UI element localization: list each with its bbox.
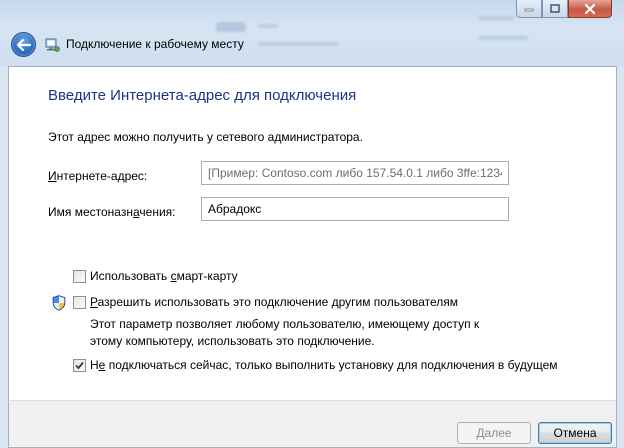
cancel-button[interactable]: Отмена xyxy=(538,422,612,444)
arrow-left-icon xyxy=(16,38,31,51)
destination-input[interactable] xyxy=(201,197,509,221)
background-blur xyxy=(478,16,514,20)
destination-label-text-end: чения: xyxy=(139,205,176,219)
later-label: Не подключаться сейчас, только выполнить… xyxy=(90,358,558,372)
back-button[interactable] xyxy=(11,32,36,57)
close-window-button[interactable] xyxy=(568,0,612,18)
share-label-text: азрешить использовать это подключение др… xyxy=(97,295,459,309)
address-input[interactable] xyxy=(201,161,509,185)
intro-text: Этот адрес можно получить у сетевого адм… xyxy=(48,130,363,144)
later-option[interactable]: Не подключаться сейчас, только выполнить… xyxy=(73,358,558,372)
share-option[interactable]: Разрешить использовать это подключение д… xyxy=(73,295,458,309)
page-heading: Введите Интернета-адрес для подключения xyxy=(48,87,357,104)
background-blur xyxy=(478,36,528,40)
share-description: Этот параметр позволяет любому пользоват… xyxy=(90,317,480,348)
destination-label-text: Имя местоназн xyxy=(48,205,133,219)
address-label: Интернете-адрес: xyxy=(48,169,147,183)
next-button-label: алее xyxy=(484,426,512,440)
maximize-button[interactable] xyxy=(542,0,568,18)
address-label-accel: И xyxy=(48,169,57,183)
minimize-icon xyxy=(524,8,534,11)
later-label-text: Н xyxy=(90,358,99,372)
smartcard-label-text: Использовать xyxy=(90,269,171,283)
window-controls xyxy=(516,0,612,18)
uac-shield-icon xyxy=(52,295,66,311)
wizard-footer: Далее Отмена xyxy=(8,400,617,448)
network-connection-icon xyxy=(45,38,60,52)
background-blur xyxy=(216,22,246,32)
close-icon xyxy=(584,3,596,14)
smartcard-label: Использовать смарт-карту xyxy=(90,269,238,283)
later-checkbox[interactable] xyxy=(73,358,86,372)
smartcard-checkbox[interactable] xyxy=(73,269,86,283)
smartcard-option[interactable]: Использовать смарт-карту xyxy=(73,269,238,283)
next-button-accel: Д xyxy=(476,426,485,440)
destination-label: Имя местоназначения: xyxy=(48,205,175,219)
share-checkbox[interactable] xyxy=(73,295,86,309)
maximize-icon xyxy=(550,4,560,13)
later-label-text-end: подключаться сейчас, только выполнить ус… xyxy=(105,358,558,372)
background-blur xyxy=(258,42,338,46)
smartcard-label-text-end: март-карту xyxy=(176,269,238,283)
address-label-text: нтернете-адрес: xyxy=(56,169,148,183)
checkmark-icon xyxy=(75,361,84,369)
share-label-accel: Р xyxy=(90,295,98,309)
background-blur xyxy=(258,24,278,28)
window-title: Подключение к рабочему месту xyxy=(66,37,244,51)
next-button[interactable]: Далее xyxy=(457,422,531,444)
share-label: Разрешить использовать это подключение д… xyxy=(90,295,458,309)
minimize-button[interactable] xyxy=(516,0,542,18)
wizard-content: Введите Интернета-адрес для подключения … xyxy=(8,66,617,400)
